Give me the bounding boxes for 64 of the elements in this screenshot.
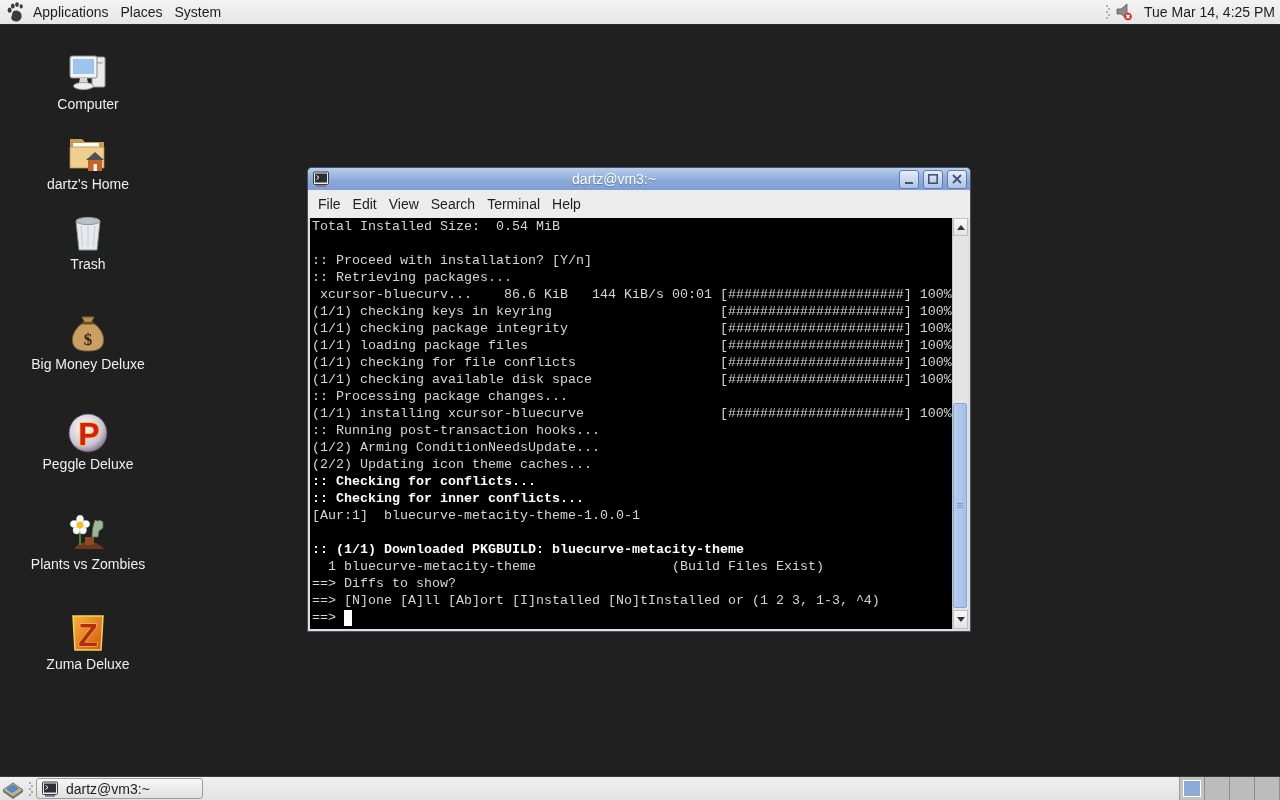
terminal-icon [42, 780, 58, 797]
speaker-icon[interactable] [1116, 3, 1132, 21]
terminal-line: (1/2) Arming ConditionNeedsUpdate... [312, 439, 600, 456]
minimize-icon [905, 181, 913, 184]
terminal-line: xcursor-bluecurv... 86.6 KiB 144 KiB/s 00:01 [######################] 100% [319, 286, 952, 303]
scrollbar-thumb[interactable] [953, 403, 967, 608]
terminal-line: ==> Diffs to show? [312, 575, 456, 592]
panel-menu[interactable]: Applications [27, 1, 115, 23]
clock[interactable]: Tue Mar 14, 4:25 PM [1144, 4, 1275, 20]
p-ball-icon[interactable]: P [68, 413, 108, 453]
menu-item[interactable]: Search [424, 193, 482, 215]
terminal-line: (1/1) checking package integrity [######################] 100% [312, 320, 952, 337]
terminal-line: (2/2) Updating icon theme caches... [312, 456, 592, 473]
foot-icon[interactable] [7, 2, 25, 22]
terminal-line: Total Installed Size: 0.54 MiB [312, 218, 560, 235]
terminal-line: (1/1) checking for file conflicts [######################] 100% [312, 354, 952, 371]
prompt-text: ==> [312, 609, 336, 626]
arrow-down-icon [956, 617, 965, 622]
terminal-line: :: Checking for inner conflicts... [312, 490, 584, 507]
drag-handle-icon [1106, 5, 1110, 19]
close-button[interactable] [947, 169, 967, 189]
terminal-line: :: Checking for conflicts... [312, 473, 536, 490]
shortcut-label[interactable]: Plants vs Zombies [30, 556, 146, 573]
grip-icon [957, 503, 963, 508]
terminal-line: (1/1) checking keys in keyring [######################] 100% [312, 303, 952, 320]
terminal-icon[interactable] [313, 171, 329, 187]
terminal-line: 1 bluecurve-metacity-theme (Build Files Exist) [327, 558, 824, 575]
panel-menu[interactable]: System [168, 1, 228, 23]
task-button[interactable]: dartz@vm3:~ [36, 778, 203, 799]
terminal-line: :: Processing package changes... [312, 388, 568, 405]
menu-item[interactable]: Terminal [481, 193, 547, 215]
drag-handle-icon [29, 781, 33, 796]
menu-item[interactable]: Help [546, 193, 587, 215]
workspace-button[interactable] [1180, 777, 1205, 800]
menu-item[interactable]: Edit [346, 193, 383, 215]
shortcut-label[interactable]: dartz's Home [47, 176, 129, 193]
scroll-down-button[interactable] [953, 610, 968, 629]
maximize-icon [928, 174, 938, 184]
menu-item[interactable]: File [312, 193, 347, 215]
maximize-button[interactable] [923, 169, 943, 189]
shortcut-label[interactable]: Big Money Deluxe [31, 356, 145, 373]
terminal-line: ==> [N]one [A]ll [Ab]ort [I]nstalled [No]tInstalled or (1 2 3, 1-3, ^4) [312, 592, 880, 609]
window-title: dartz@vm3:~ [571, 171, 657, 187]
terminal-line: :: (1/1) Downloaded PKGBUILD: bluecurve-metacity-theme [312, 541, 744, 558]
panel-menu[interactable]: Places [114, 1, 169, 23]
shortcut-label[interactable]: Trash [70, 256, 106, 273]
terminal-line: :: Proceed with installation? [Y/n] [312, 252, 592, 269]
terminal-line: (1/1) loading package files [######################] 100% [312, 337, 952, 354]
shortcut-label[interactable]: Computer [57, 96, 119, 113]
terminal-line: :: Running post-transaction hooks... [312, 422, 600, 439]
shortcut-label[interactable]: Peggle Deluxe [42, 456, 134, 473]
scrollbar[interactable] [952, 218, 968, 629]
minimize-button[interactable] [899, 169, 919, 189]
menu-item[interactable]: View [382, 193, 425, 215]
terminal-line: (1/1) checking available disk space [######################] 100% [312, 371, 952, 388]
close-icon [952, 174, 962, 184]
arrow-up-icon [956, 224, 965, 230]
computer-icon[interactable] [68, 53, 108, 93]
text-cursor [344, 609, 352, 626]
scroll-up-button[interactable] [953, 218, 968, 236]
shortcut-label[interactable]: Zuma Deluxe [46, 656, 130, 673]
terminal-line: [Aur:1] bluecurve-metacity-theme-1.0.0-1 [312, 507, 640, 524]
terminal-line: (1/1) installing xcursor-bluecurve [######################] 100% [312, 405, 952, 422]
terminal-line: :: Retrieving packages... [312, 269, 512, 286]
